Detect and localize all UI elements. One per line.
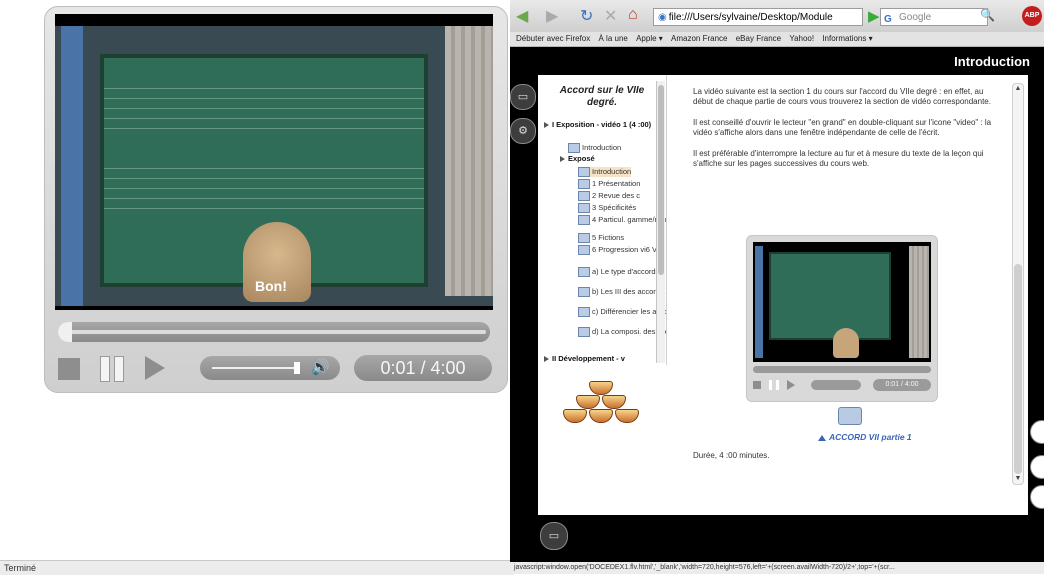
page-title: Introduction: [954, 54, 1030, 69]
embedded-time-display: 0:01 / 4:00: [873, 379, 931, 391]
settings-button[interactable]: ⚙: [510, 118, 536, 144]
seek-bar[interactable]: [58, 322, 490, 342]
forward-icon[interactable]: ▶: [546, 6, 558, 26]
volume-icon[interactable]: 🔊: [311, 358, 330, 376]
browser-status-bar: javascript:window.open('DOCEDEX1.flv.htm…: [510, 562, 1044, 574]
toc-item[interactable]: II Développement - v: [544, 355, 625, 363]
toc-item[interactable]: d) La composi. des trois types d'accords…: [578, 327, 666, 337]
toc-item-selected[interactable]: Introduction: [578, 167, 632, 177]
toc-item[interactable]: 5 Fictions: [578, 233, 624, 243]
navigation-toolbar: ◀ ▶ ↻ ✕ ⌂ ◉ file:///Users/sylvaine/Deskto…: [510, 0, 1044, 32]
table-of-contents: Accord sur le VIIe degré. I Exposition -…: [538, 75, 667, 365]
toc-item[interactable]: a) Le type d'accords.: [578, 267, 661, 277]
embedded-stop-button[interactable]: [753, 381, 761, 389]
toc-item[interactable]: Introduction: [568, 143, 621, 153]
embedded-video[interactable]: [753, 242, 931, 362]
embedded-play-button[interactable]: [787, 380, 795, 390]
time-display: 0:01 / 4:00: [354, 355, 492, 381]
search-icon[interactable]: 🔍: [980, 8, 995, 22]
toc-item[interactable]: 2 Revue des c: [578, 191, 640, 201]
url-bar[interactable]: ◉ file:///Users/sylvaine/Desktop/Module: [653, 8, 863, 26]
page-header: Introduction: [510, 47, 1044, 75]
scroll-up-icon: ▲: [1014, 85, 1022, 92]
play-button[interactable]: [145, 356, 165, 380]
triangle-icon: [818, 434, 826, 441]
page-icon: [578, 203, 590, 213]
print-button[interactable]: ▭: [540, 522, 568, 550]
hand-icon: [578, 287, 590, 297]
home-icon[interactable]: ⌂: [628, 6, 638, 24]
video-pipe: [61, 26, 83, 306]
bookmark-item[interactable]: Débuter avec Firefox: [516, 34, 590, 43]
pause-button[interactable]: [100, 356, 124, 382]
page-icon: [578, 233, 590, 243]
right-nav-button-2[interactable]: [1030, 455, 1044, 479]
video-caption: Bon!: [255, 278, 287, 294]
content-scrollbar[interactable]: ▲ ▼: [1012, 83, 1024, 485]
embedded-volume-slider[interactable]: [811, 380, 861, 390]
page-icon: [578, 245, 590, 255]
lesson-paragraph: La vidéo suivante est la section 1 du co…: [693, 87, 991, 106]
question-icon: [578, 327, 590, 337]
video-area[interactable]: Bon!: [55, 14, 493, 310]
bookmark-item[interactable]: eBay France: [736, 34, 781, 43]
volume-slider[interactable]: 🔊: [200, 356, 340, 380]
toc-item[interactable]: 3 Spécificités: [578, 203, 636, 213]
sidebar-toggle-button[interactable]: ▭: [510, 84, 536, 110]
search-input[interactable]: G Google: [880, 8, 988, 26]
stop-icon[interactable]: ✕: [604, 6, 617, 26]
toc-scrollbar[interactable]: [656, 81, 665, 363]
right-nav-button-1[interactable]: [1030, 420, 1044, 444]
embedded-seek-bar[interactable]: [753, 366, 931, 373]
bookmark-item[interactable]: Apple ▾: [636, 34, 663, 43]
page-icon: [578, 215, 590, 225]
toc-item[interactable]: c) Différencier les accords.: [578, 307, 666, 317]
toc-item[interactable]: 6 Progression vi6 V°: [578, 245, 660, 255]
url-text: file:///Users/sylvaine/Desktop/Module: [668, 12, 833, 23]
video-hand-icon[interactable]: [838, 407, 862, 425]
abp-icon[interactable]: ABP: [1022, 6, 1042, 26]
toc-item[interactable]: 1 Présentation: [578, 179, 640, 189]
toc-item[interactable]: Exposé: [560, 155, 595, 163]
toc-item[interactable]: b) Les III des accords.: [578, 287, 666, 297]
back-icon[interactable]: ◀: [516, 6, 528, 26]
bookmark-item[interactable]: Yahoo!: [789, 34, 814, 43]
course-content: Accord sur le VIIe degré. I Exposition -…: [538, 75, 1028, 515]
search-placeholder: Google: [899, 12, 932, 23]
video-curtain: [445, 26, 493, 296]
question-icon: [578, 267, 590, 277]
page-icon: [568, 143, 580, 153]
left-video-window: Bon! 🔊 0:01 / 4:00 Terminé: [0, 0, 514, 575]
lesson-paragraph: Il est préférable d'interrompre la lectu…: [693, 149, 984, 168]
toc-item[interactable]: 4 Particul. gamme/mineur: [578, 215, 666, 225]
bookmarks-toolbar: Débuter avec Firefox À la une Apple ▾ Am…: [510, 32, 1044, 47]
go-icon[interactable]: ▶: [868, 7, 880, 25]
scroll-down-icon: ▼: [1014, 475, 1022, 482]
browser-window: ◀ ▶ ↻ ✕ ⌂ ◉ file:///Users/sylvaine/Deskto…: [510, 0, 1044, 574]
bookmark-item[interactable]: Informations ▾: [822, 34, 872, 43]
navigation-bowls-icon[interactable]: [556, 381, 646, 425]
google-logo-icon: G: [884, 14, 892, 25]
embedded-pause-button[interactable]: [769, 380, 779, 390]
globe-icon: ◉: [658, 12, 667, 23]
bookmark-item[interactable]: À la une: [599, 34, 628, 43]
right-nav-button-3[interactable]: [1030, 485, 1044, 509]
stop-button[interactable]: [58, 358, 80, 380]
seek-knob[interactable]: [58, 322, 72, 342]
volume-knob[interactable]: [294, 362, 300, 374]
toc-title: Accord sur le VIIe degré.: [559, 85, 645, 108]
page-icon: [578, 191, 590, 201]
duration-text: Durée, 4 :00 minutes.: [693, 451, 770, 460]
status-bar: Terminé: [0, 560, 514, 575]
page-icon: [578, 179, 590, 189]
reload-icon[interactable]: ↻: [580, 6, 593, 26]
hand-icon: [578, 307, 590, 317]
accord-video-link[interactable]: ACCORD VII partie 1: [818, 432, 912, 442]
embedded-video-player[interactable]: 0:01 / 4:00: [746, 235, 938, 402]
bookmark-item[interactable]: Amazon France: [671, 34, 727, 43]
page-icon: [578, 167, 590, 177]
lesson-paragraph: Il est conseillé d'ouvrir le lecteur "en…: [693, 118, 992, 137]
lesson-text: La vidéo suivante est la section 1 du co…: [693, 87, 1003, 180]
toc-item[interactable]: I Exposition - vidéo 1 (4 :00): [544, 121, 651, 129]
